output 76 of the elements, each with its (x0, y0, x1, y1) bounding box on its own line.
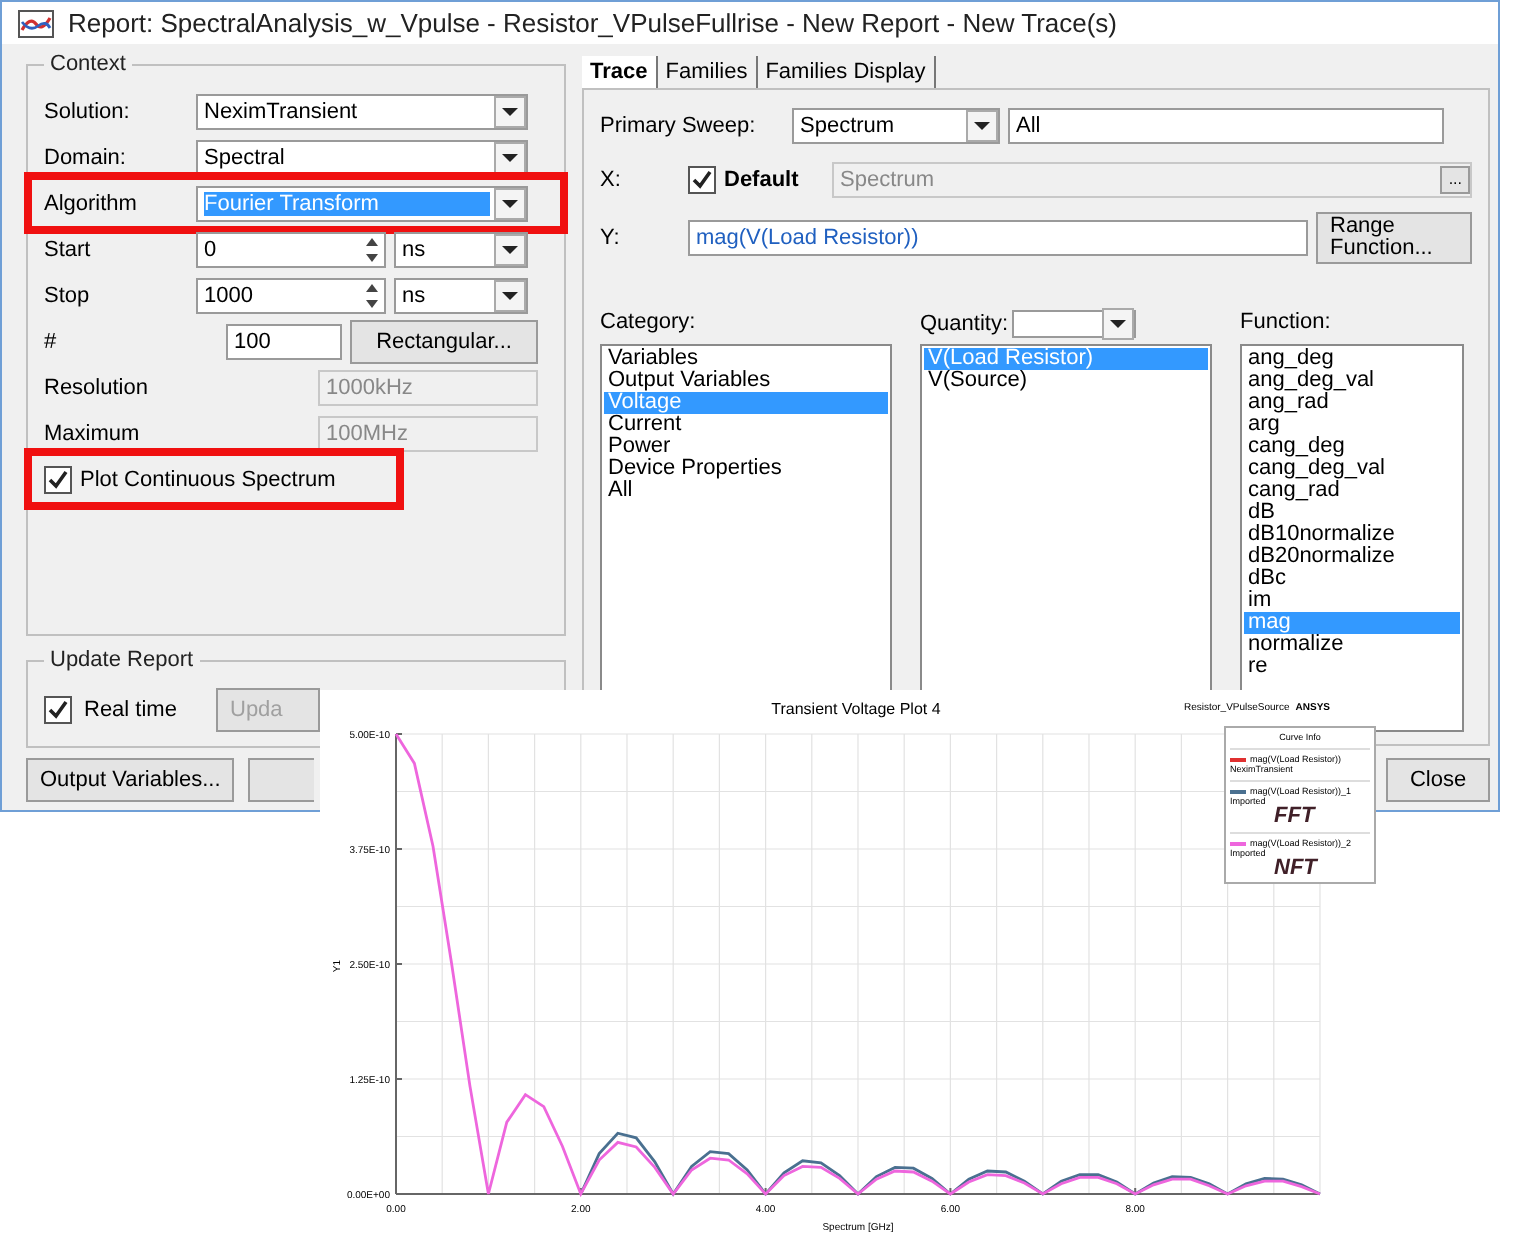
field-label: Domain: (44, 145, 128, 169)
list-item[interactable]: Current (604, 414, 888, 436)
field-label: X: (600, 167, 623, 191)
list-item[interactable]: V(Source) (924, 370, 1208, 392)
list-label: Category: (600, 310, 698, 338)
list-item[interactable]: cang_rad (1244, 480, 1460, 502)
list-item[interactable]: Device Properties (604, 458, 888, 480)
field-label: Primary Sweep: (600, 113, 758, 137)
caret-icon (494, 279, 526, 311)
group-title: Update Report (48, 648, 196, 672)
tab[interactable]: Families Display (757, 56, 936, 88)
list-item[interactable]: dB (1244, 502, 1460, 524)
caret-icon (494, 187, 526, 219)
list-item[interactable]: re (1244, 656, 1460, 678)
list-item[interactable]: dB10normalize (1244, 524, 1460, 546)
list-item[interactable]: ang_deg_val (1244, 370, 1460, 392)
list-item[interactable]: normalize (1244, 634, 1460, 656)
list-item[interactable]: Power (604, 436, 888, 458)
list-item[interactable]: dB20normalize (1244, 546, 1460, 568)
spinner-icon[interactable] (360, 233, 384, 265)
range-field[interactable]: All (1008, 107, 1444, 143)
field-label: # (44, 329, 59, 353)
list-item[interactable]: ang_deg (1244, 348, 1460, 370)
list-label: Function: (1240, 310, 1333, 338)
dropdown[interactable]: Spectrum (792, 107, 1000, 143)
list-item[interactable]: cang_deg_val (1244, 458, 1460, 480)
dropdown[interactable] (1012, 310, 1137, 338)
list-item[interactable]: cang_deg (1244, 436, 1460, 458)
field-label: Resolution (44, 375, 150, 399)
unit-dropdown[interactable]: ns (394, 231, 528, 267)
field-label: Maximum (44, 421, 142, 445)
x-field: Spectrum ... (832, 161, 1472, 197)
field-label: Solution: (44, 99, 132, 123)
handwritten-note: NFT (1274, 858, 1320, 878)
checkbox-label: Real time (84, 698, 179, 722)
range-function-button[interactable]: Range Function... (1316, 212, 1472, 264)
list-item[interactable]: arg (1244, 414, 1460, 436)
readonly-field: 1000kHz (318, 369, 538, 405)
window-button[interactable]: Rectangular... (350, 319, 538, 363)
list-item[interactable]: dBc (1244, 568, 1460, 590)
y-field[interactable]: mag(V(Load Resistor)) (688, 220, 1308, 256)
field-label: Stop (44, 283, 92, 307)
checkbox[interactable] (44, 696, 72, 724)
spin-field[interactable]: 0 (196, 231, 386, 267)
group-title: Context (48, 52, 128, 76)
spinner-icon[interactable] (360, 279, 384, 311)
field-label: Y: (600, 226, 622, 250)
list-item[interactable]: All (604, 480, 888, 502)
window-title: Report: SpectralAnalysis_w_Vpulse - Resistor_VPulseFullrise - New Report - New Trace(s) (68, 8, 1118, 38)
checkbox-label: Plot Continuous Spectrum (80, 467, 336, 491)
field-label: Algorithm (44, 191, 139, 215)
output-variables-button[interactable]: Output Variables... (26, 758, 235, 802)
list-label: Quantity: (920, 312, 1009, 336)
list-item[interactable]: Variables (604, 348, 888, 370)
field-label: Start (44, 237, 93, 261)
list-item[interactable]: im (1244, 590, 1460, 612)
dropdown[interactable]: NeximTransient (196, 93, 528, 129)
tab[interactable]: Trace (582, 56, 658, 88)
checkbox-label: Default (724, 167, 801, 191)
plot-title: Transient Voltage Plot 4 (769, 699, 943, 717)
count-field[interactable]: 100 (226, 323, 342, 359)
caret-icon (1102, 308, 1135, 340)
spin-field[interactable]: 1000 (196, 277, 386, 313)
close-button[interactable]: Close (1386, 758, 1490, 802)
caret-icon (494, 95, 526, 127)
list-item[interactable]: ang_rad (1244, 392, 1460, 414)
report-icon (18, 9, 54, 37)
dropdown[interactable]: Spectral (196, 139, 528, 175)
caret-icon (494, 233, 526, 265)
readonly-field: 100MHz (318, 415, 538, 451)
checkbox[interactable] (44, 465, 72, 493)
unit-dropdown[interactable]: ns (394, 277, 528, 313)
handwritten-note: FFT (1274, 806, 1318, 826)
caret-icon (966, 109, 998, 141)
list-item[interactable]: Output Variables (604, 370, 888, 392)
caret-icon (494, 141, 526, 173)
